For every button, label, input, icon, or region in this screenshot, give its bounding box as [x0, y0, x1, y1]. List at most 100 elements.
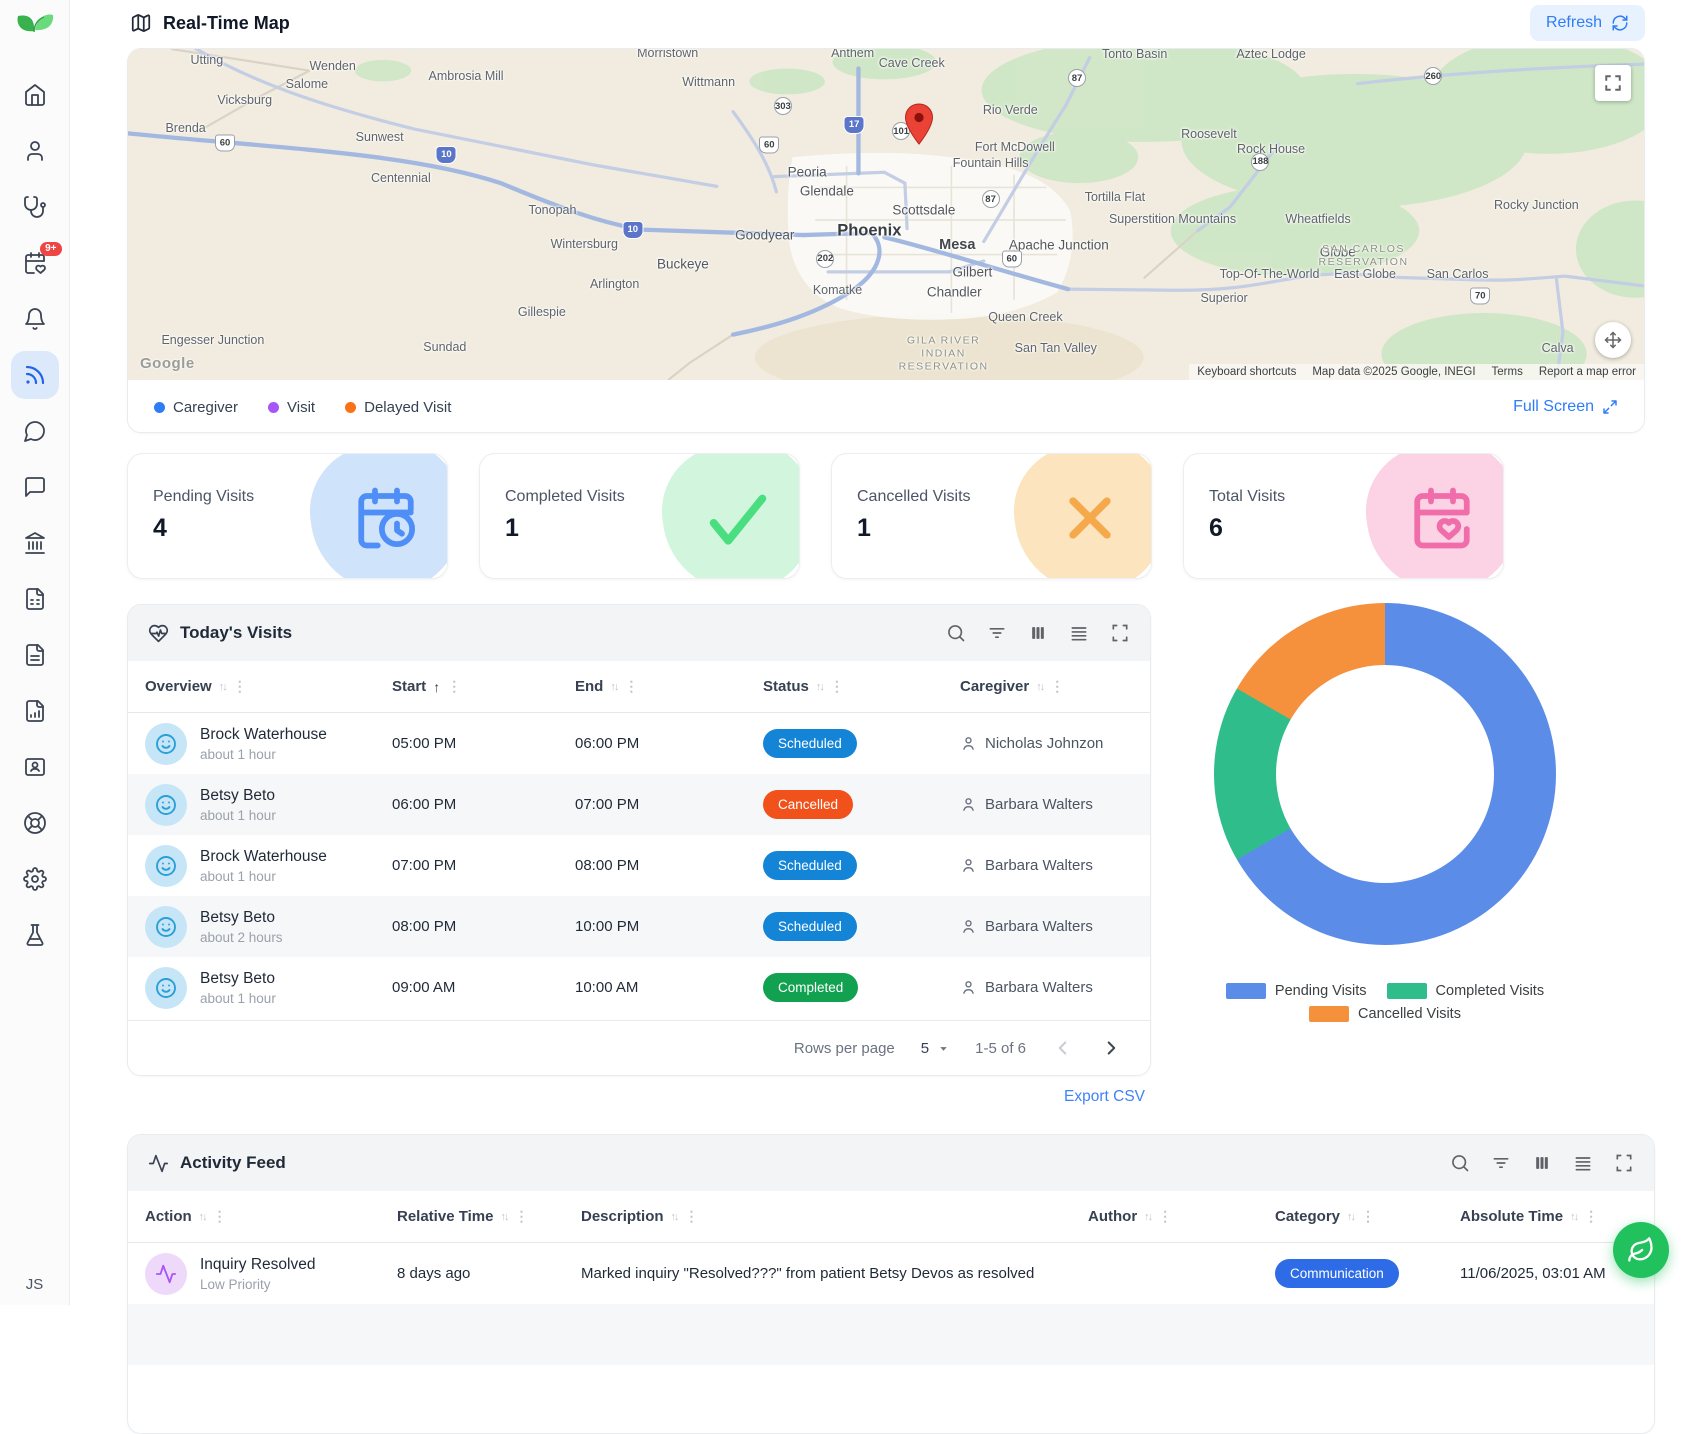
legend-visit: Visit [268, 399, 315, 416]
attribution-keyboard[interactable]: Keyboard shortcuts [1197, 366, 1296, 378]
visit-dot-icon [268, 402, 279, 413]
home-icon[interactable] [23, 83, 47, 107]
export-csv-link[interactable]: Export CSV [127, 1088, 1151, 1106]
stat-card-total[interactable]: Total Visits 6 [1183, 453, 1504, 579]
id-card-icon[interactable] [23, 755, 47, 779]
sort-icon[interactable]: ↑↓ [671, 1211, 678, 1223]
sort-icon[interactable]: ↑↓ [1570, 1211, 1577, 1223]
sort-icon[interactable]: ↑↓ [610, 681, 617, 693]
fullscreen-icon[interactable] [1614, 1153, 1634, 1173]
start-time: 08:00 PM [392, 918, 575, 935]
map-full-screen-link[interactable]: Full Screen [1513, 398, 1618, 416]
message-circle-icon[interactable] [23, 419, 47, 443]
activity-feed-card: Activity Feed Action↑↓⋮ Relative Time↑↓⋮… [127, 1134, 1655, 1434]
map-pin-marker[interactable] [904, 103, 934, 145]
column-menu-icon[interactable]: ⋮ [1158, 1208, 1172, 1225]
sort-asc-icon[interactable]: ↑ [433, 679, 440, 695]
user-icon[interactable] [23, 139, 47, 163]
heart-pulse-icon [148, 623, 169, 644]
rows-per-page-select[interactable]: 5 [921, 1040, 949, 1057]
user-avatar-initials[interactable]: JS [0, 1276, 69, 1293]
topbar: Real-Time Map Refresh [70, 0, 1692, 46]
refresh-icon [1611, 14, 1629, 32]
columns-icon[interactable] [1532, 1153, 1552, 1173]
previous-page-icon[interactable] [1052, 1037, 1074, 1059]
activity-avatar [145, 1253, 187, 1295]
stat-card-pending[interactable]: Pending Visits 4 [127, 453, 448, 579]
file-chart-icon[interactable] [23, 699, 47, 723]
column-menu-icon[interactable]: ⋮ [685, 1208, 699, 1225]
donut-chart[interactable] [1214, 603, 1556, 945]
column-menu-icon[interactable]: ⋮ [447, 678, 461, 695]
attribution-terms[interactable]: Terms [1492, 366, 1523, 378]
file-spreadsheet-icon[interactable] [23, 587, 47, 611]
visit-duration: about 1 hour [200, 747, 327, 762]
table-row[interactable]: Brock Waterhouse about 1 hour 05:00 PM 0… [128, 713, 1150, 774]
filter-icon[interactable] [987, 623, 1007, 643]
columns-icon[interactable] [1028, 623, 1048, 643]
column-menu-icon[interactable]: ⋮ [514, 1208, 528, 1225]
landmark-icon[interactable] [23, 531, 47, 555]
table-row[interactable]: Betsy Beto about 2 hours 08:00 PM 10:00 … [128, 896, 1150, 957]
row-density-icon[interactable] [1069, 623, 1089, 643]
life-buoy-icon[interactable] [23, 811, 47, 835]
sort-icon[interactable]: ↑↓ [219, 681, 226, 693]
legend-completed-visits[interactable]: Completed Visits [1387, 983, 1545, 999]
sidebar-nav: 9+ [0, 83, 69, 947]
refresh-button[interactable]: Refresh [1530, 5, 1645, 41]
sort-icon[interactable]: ↑↓ [1036, 681, 1043, 693]
message-square-icon[interactable] [23, 475, 47, 499]
legend-cancelled-visits[interactable]: Cancelled Visits [1309, 1006, 1461, 1022]
visits-donut-chart: Pending Visits Completed Visits Cancelle… [1214, 603, 1556, 1022]
table-row[interactable]: Brock Waterhouse about 1 hour 07:00 PM 0… [128, 835, 1150, 896]
stethoscope-icon[interactable] [23, 195, 47, 219]
table-row[interactable]: Inquiry Resolved Low Priority 8 days ago… [128, 1243, 1654, 1304]
column-menu-icon[interactable]: ⋮ [1361, 1208, 1375, 1225]
attribution-report[interactable]: Report a map error [1539, 366, 1636, 378]
column-menu-icon[interactable]: ⋮ [1584, 1208, 1598, 1225]
map-pan-control[interactable] [1595, 322, 1631, 358]
column-menu-icon[interactable]: ⋮ [213, 1208, 227, 1225]
map-canvas[interactable]: PhoenixMesaGlendaleScottsdalePeoriaGoody… [128, 49, 1644, 380]
sort-icon[interactable]: ↑↓ [500, 1211, 507, 1223]
search-icon[interactable] [1450, 1153, 1470, 1173]
filter-icon[interactable] [1491, 1153, 1511, 1173]
calendar-heart-icon[interactable]: 9+ [23, 251, 47, 275]
gear-icon[interactable] [23, 867, 47, 891]
row-density-icon[interactable] [1573, 1153, 1593, 1173]
sort-icon[interactable]: ↑↓ [199, 1211, 206, 1223]
file-text-icon[interactable] [23, 643, 47, 667]
sort-icon[interactable]: ↑↓ [1144, 1211, 1151, 1223]
rss-icon[interactable] [11, 351, 59, 399]
stat-cards: Pending Visits 4 Completed Visits 1 Canc… [127, 453, 1504, 579]
stat-card-completed[interactable]: Completed Visits 1 [479, 453, 800, 579]
next-page-icon[interactable] [1100, 1037, 1122, 1059]
map-fullscreen-control[interactable] [1595, 65, 1631, 101]
visit-duration: about 1 hour [200, 991, 276, 1006]
table-row[interactable]: Betsy Beto about 1 hour 06:00 PM 07:00 P… [128, 774, 1150, 835]
table-row[interactable]: Betsy Beto about 1 hour 09:00 AM 10:00 A… [128, 957, 1150, 1018]
column-menu-icon[interactable]: ⋮ [1050, 678, 1064, 695]
patient-name: Brock Waterhouse [200, 848, 327, 866]
rows-per-page-label: Rows per page [794, 1040, 895, 1057]
fullscreen-icon[interactable] [1110, 623, 1130, 643]
stat-card-cancelled[interactable]: Cancelled Visits 1 [831, 453, 1152, 579]
app-logo-leaf-icon[interactable] [14, 9, 56, 49]
search-icon[interactable] [946, 623, 966, 643]
column-menu-icon[interactable]: ⋮ [624, 678, 638, 695]
column-menu-icon[interactable]: ⋮ [233, 678, 247, 695]
chat-leaf-button[interactable] [1613, 1222, 1669, 1278]
bell-icon[interactable] [23, 307, 47, 331]
cancelled-visits-count: 1 [857, 514, 971, 543]
sort-icon[interactable]: ↑↓ [1347, 1211, 1354, 1223]
legend-pending-visits[interactable]: Pending Visits [1226, 983, 1367, 999]
patient-name: Betsy Beto [200, 787, 276, 805]
check-icon [653, 453, 800, 579]
flask-icon[interactable] [23, 923, 47, 947]
patient-avatar [145, 906, 187, 948]
sort-icon[interactable]: ↑↓ [816, 681, 823, 693]
column-menu-icon[interactable]: ⋮ [830, 678, 844, 695]
activity-card-title: Activity Feed [180, 1153, 286, 1173]
status-badge: Cancelled [763, 790, 853, 819]
end-time: 08:00 PM [575, 857, 763, 874]
